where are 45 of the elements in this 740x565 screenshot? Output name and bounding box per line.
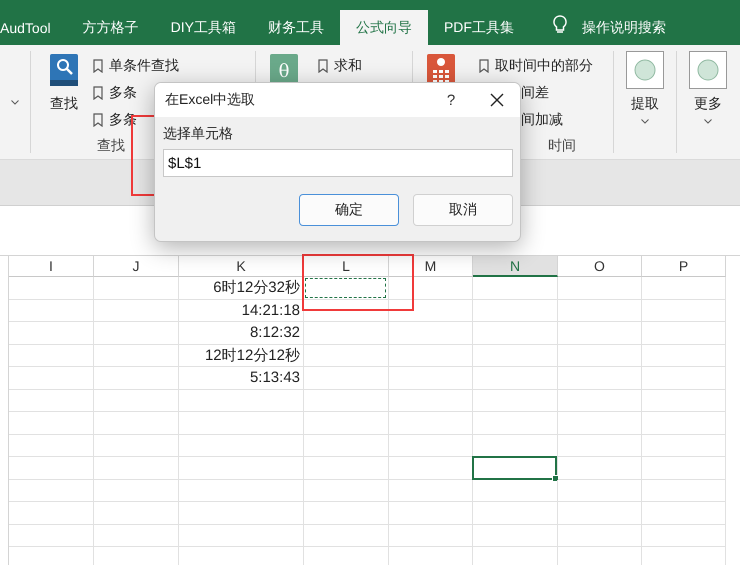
column-header[interactable]: N xyxy=(473,256,558,277)
extract-button[interactable]: 提取 xyxy=(618,45,672,159)
dialog-button[interactable]: 取消 xyxy=(413,194,513,226)
column-header[interactable]: P xyxy=(642,256,726,277)
dialog-title: 在Excel中选取 xyxy=(165,91,256,109)
table-cell[interactable]: 14:21:18 xyxy=(179,300,304,322)
close-icon xyxy=(490,93,504,107)
theta-glyph: θ xyxy=(278,61,290,82)
ribbon-tab[interactable]: AudTool xyxy=(0,10,67,45)
field-label: 选择单元格 xyxy=(163,125,234,143)
search-book-icon xyxy=(49,53,79,87)
ribbon-tab[interactable]: DIY工具箱 xyxy=(154,10,252,45)
lookup-button[interactable]: 查找 xyxy=(43,45,85,137)
help-button[interactable]: ? xyxy=(436,92,466,108)
table-cell[interactable]: 12时12分12秒 xyxy=(179,344,304,367)
ribbon-menu-item[interactable]: 单条件查找 xyxy=(93,52,179,79)
group-label: 查找 xyxy=(96,137,126,155)
bookmark-icon xyxy=(93,86,103,100)
column-header[interactable]: L xyxy=(304,256,389,277)
bookmark-icon xyxy=(93,112,103,126)
dialog-button[interactable]: 确定 xyxy=(299,194,399,226)
group-label: 时间 xyxy=(547,137,577,155)
column-header[interactable]: J xyxy=(94,256,179,277)
caret-icon xyxy=(704,119,712,124)
caret-icon[interactable] xyxy=(11,100,19,104)
column-header[interactable]: O xyxy=(558,256,642,277)
table-cell[interactable]: 6时12分32秒 xyxy=(179,277,304,300)
bookmark-icon xyxy=(318,58,328,72)
tell-me-search[interactable]: 操作说明搜索 xyxy=(582,10,666,45)
ribbon-tab[interactable]: 财务工具 xyxy=(252,10,340,45)
ribbon-menu-item[interactable]: 求和 xyxy=(318,52,362,79)
bookmark-icon xyxy=(479,58,489,72)
ribbon-tab[interactable]: 公式向导 xyxy=(340,10,428,45)
ribbon-tab[interactable]: 方方格子 xyxy=(66,10,155,45)
table-cell[interactable]: 8:12:32 xyxy=(179,322,304,344)
ribbon-menu-item[interactable]: 取时间中的部分 xyxy=(479,52,593,79)
bookmark-icon xyxy=(93,58,103,72)
column-header[interactable]: M xyxy=(389,256,473,277)
caret-icon xyxy=(641,119,649,124)
ribbon-tab[interactable]: PDF工具集 xyxy=(428,10,530,45)
table-cell[interactable]: 5:13:43 xyxy=(179,367,304,390)
input-field[interactable]: $L$1 xyxy=(163,149,513,177)
lightbulb-icon[interactable] xyxy=(552,15,568,35)
more-button[interactable]: 更多 xyxy=(681,45,735,159)
column-header[interactable]: I xyxy=(9,256,94,277)
